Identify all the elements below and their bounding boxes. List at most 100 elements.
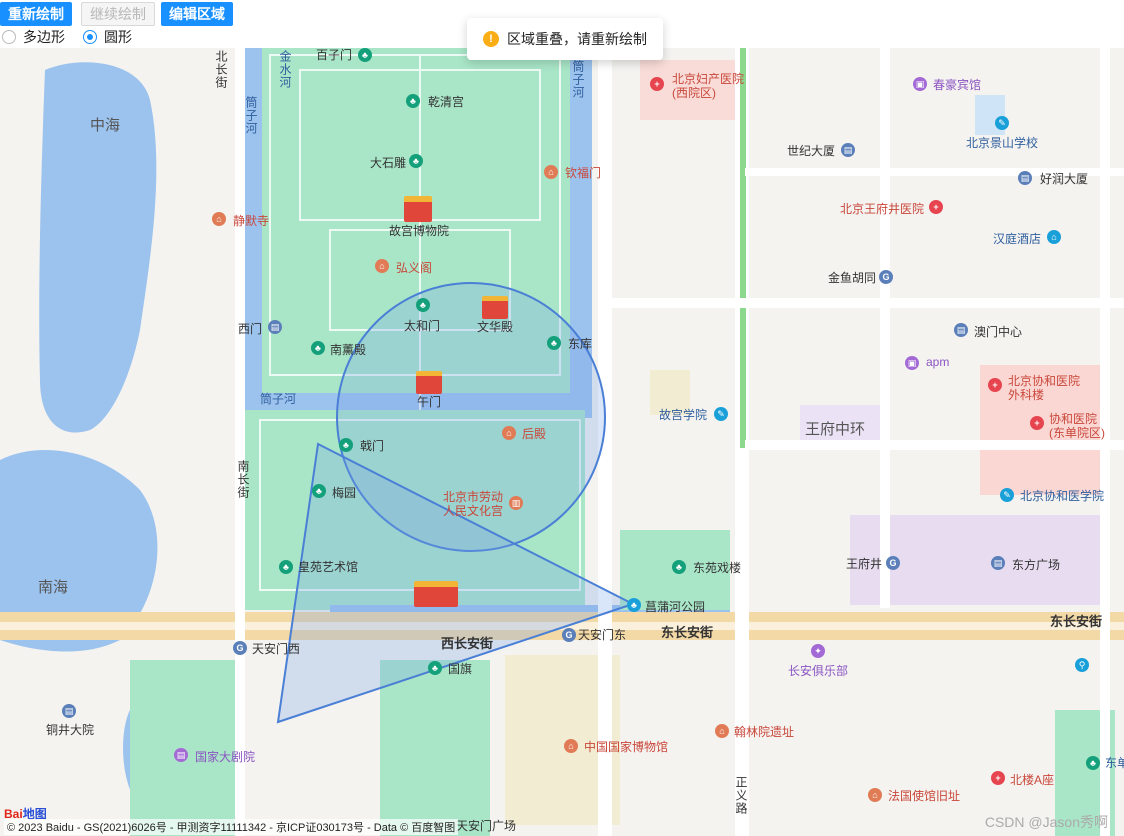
map-label: 法国使馆旧址 xyxy=(888,789,961,803)
map-label: 故宫博物院 xyxy=(389,224,450,238)
map-label: 北京妇产医院 (西院区) xyxy=(672,72,745,100)
warning-icon: ! xyxy=(483,31,499,47)
map-label: 午门 xyxy=(417,395,442,409)
map-label: 太和门 xyxy=(404,319,441,333)
map-label: 百子门 xyxy=(316,48,353,62)
tree-icon: ♣ xyxy=(358,48,372,62)
museum-icon: ⌂ xyxy=(564,739,578,753)
map-label: 乾清宫 xyxy=(428,95,465,109)
map-label: 汉庭酒店 xyxy=(993,232,1042,246)
map-label: 筒子河 xyxy=(244,96,258,135)
map-base xyxy=(0,48,1124,836)
map-label: 菖蒲河公园 xyxy=(645,600,706,614)
building-icon: ▤ xyxy=(841,143,855,157)
palace-icon xyxy=(416,371,442,394)
mode-polygon-label: 多边形 xyxy=(23,29,65,45)
tree-icon: ♣ xyxy=(311,341,325,355)
tree-icon: ♣ xyxy=(279,560,293,574)
map-label: 天安门西 xyxy=(252,642,301,656)
theater-icon: ▤ xyxy=(174,748,188,762)
edit-region-button[interactable]: 编辑区域 xyxy=(161,2,233,26)
building-icon: ▤ xyxy=(1018,171,1032,185)
map-label: 春豪宾馆 xyxy=(933,78,982,92)
school-icon: ✎ xyxy=(714,407,728,421)
map-footer: © 2023 Baidu - GS(2021)6026号 - 甲测资字11111… xyxy=(0,814,1124,836)
map-label: 东方广场 xyxy=(1012,558,1061,572)
map-label: 北长街 xyxy=(214,50,228,89)
map-label: 世纪大厦 xyxy=(787,144,836,158)
mode-polygon-radio[interactable]: 多边形 xyxy=(2,27,65,47)
map-label: 文华殿 xyxy=(477,320,514,334)
map-label: 北楼A座 xyxy=(1010,773,1055,787)
map-label: 静默寺 xyxy=(233,214,270,228)
map-label: 故宫学院 xyxy=(659,408,708,422)
road-label: 正义路 xyxy=(734,776,748,815)
tree-icon: ♣ xyxy=(428,661,442,675)
map-label: 天安门东 xyxy=(578,628,627,642)
map-label: 筒子河 xyxy=(260,392,297,406)
green-line xyxy=(740,48,746,448)
metro-icon: G xyxy=(233,641,247,655)
map-copyright: © 2023 Baidu - GS(2021)6026号 - 甲测资字11111… xyxy=(4,819,459,835)
mode-circle-radio[interactable]: 圆形 xyxy=(83,27,132,47)
map-label: 南长街 xyxy=(236,460,250,499)
map-label: 金鱼胡同 xyxy=(828,271,877,285)
map-label: 钦福门 xyxy=(565,166,602,180)
map-label: 北京协和医学院 xyxy=(1020,489,1105,503)
tree-icon: ♣ xyxy=(547,336,561,350)
map-label: 长安俱乐部 xyxy=(788,664,849,678)
map-label: 东苑戏楼 xyxy=(693,561,742,575)
temple-icon: ⌂ xyxy=(544,165,558,179)
hotel-icon: ▣ xyxy=(913,77,927,91)
continue-draw-button[interactable]: 继续绘制 xyxy=(81,2,155,26)
building-icon: ⌂ xyxy=(868,788,882,802)
wangfujing-street xyxy=(880,48,890,608)
shopping-icon: ▣ xyxy=(905,356,919,370)
tree-icon: ♣ xyxy=(1086,756,1100,770)
map-label: apm xyxy=(926,355,950,369)
map-label: 王府中环 xyxy=(805,421,866,438)
building-icon: ▤ xyxy=(62,704,76,718)
map-label: 皇苑艺术馆 xyxy=(298,560,359,574)
building-icon: ▤ xyxy=(991,556,1005,570)
map-label: 后殿 xyxy=(522,427,547,441)
school-icon: ✎ xyxy=(1000,488,1014,502)
building-icon: ▤ xyxy=(954,323,968,337)
map-label: 铜井大院 xyxy=(46,723,95,737)
map-label: 北京王府井医院 xyxy=(840,202,925,216)
tree-icon: ♣ xyxy=(672,560,686,574)
metro-icon: G xyxy=(879,270,893,284)
map-label: 南薰殿 xyxy=(330,343,367,357)
metro-icon: G xyxy=(886,556,900,570)
map-label: 西门 xyxy=(238,322,263,336)
road-label: 东长安街 xyxy=(661,625,714,640)
tree-icon: ♣ xyxy=(406,94,420,108)
watermark: CSDN @Jason秀啊 xyxy=(984,814,1108,830)
redraw-button[interactable]: 重新绘制 xyxy=(0,2,72,26)
square-green xyxy=(380,660,490,836)
map-label: 中海 xyxy=(90,117,121,134)
map-label: 中国国家博物馆 xyxy=(584,740,669,754)
temple-icon: ⌂ xyxy=(502,426,516,440)
map-label: 国旗 xyxy=(448,662,473,676)
map-label: 北京市劳动 人民文化宫 xyxy=(443,490,504,518)
nanchang-street xyxy=(235,48,245,836)
road-label: 西长安街 xyxy=(441,636,494,651)
map-label: 筒子河 xyxy=(571,60,585,99)
hospital-icon: + xyxy=(991,771,1005,785)
map-label: 北京景山学校 xyxy=(966,136,1039,150)
map-label: 王府井 xyxy=(846,557,883,571)
map-label: 东库 xyxy=(568,337,593,351)
map-label: 协和医院 (东单院区) xyxy=(1049,412,1105,440)
map-label: 国家大剧院 xyxy=(195,750,256,764)
toast-message: 区域重叠，请重新绘制 xyxy=(507,31,647,47)
road-label: 东长安街 xyxy=(1050,614,1103,629)
radio-unchecked-icon xyxy=(2,30,16,44)
mode-circle-label: 圆形 xyxy=(104,29,132,45)
map-label: 金水河 xyxy=(278,50,292,89)
tree-icon: ♣ xyxy=(339,438,353,452)
map-canvas[interactable]: ♣ ♣ ♣ ⌂ ⌂ ⌂ ▤ ♣ ♣ ♣ ⌂ ♣ ♣ ▥ ♣ ♣ ♣ G G ♣ … xyxy=(0,48,1124,836)
hospital-icon: + xyxy=(1030,416,1044,430)
radio-checked-icon xyxy=(83,30,97,44)
overlap-toast: ! 区域重叠，请重新绘制 xyxy=(467,18,663,60)
